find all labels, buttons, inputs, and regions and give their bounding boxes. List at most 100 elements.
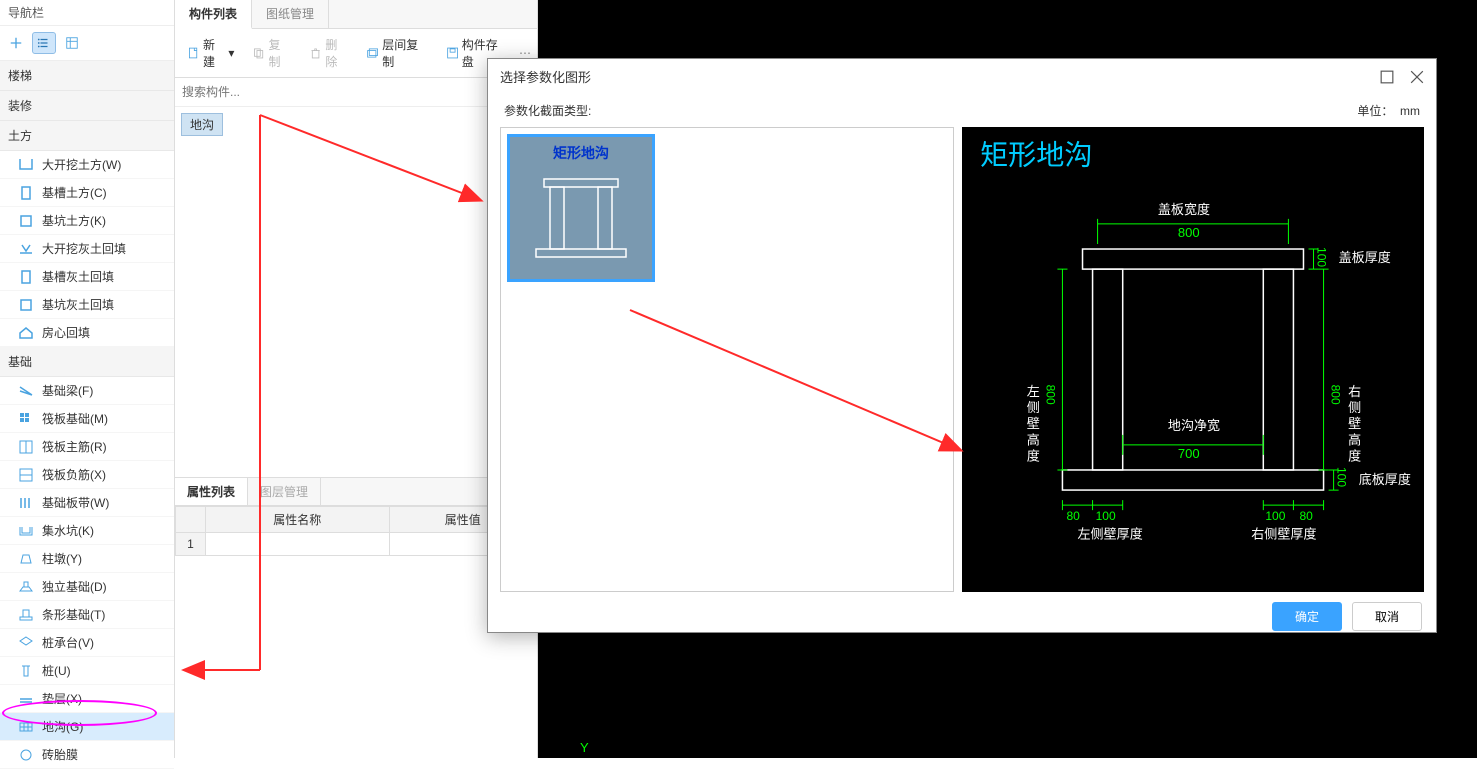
property-name-cell[interactable] [206, 533, 390, 556]
sidebar-item[interactable]: 独立基础(D) [0, 573, 174, 601]
cancel-button[interactable]: 取消 [1352, 602, 1422, 631]
brick-mold-icon [18, 747, 34, 763]
ok-button[interactable]: 确定 [1272, 602, 1342, 631]
bedding-icon [18, 691, 34, 707]
nav-view-buttons [0, 26, 174, 61]
sidebar-item[interactable]: 基础板带(W) [0, 489, 174, 517]
svg-text:800: 800 [1043, 385, 1057, 405]
sidebar-title: 导航栏 [0, 0, 174, 26]
close-button[interactable] [1410, 70, 1424, 84]
trench-icon [18, 185, 34, 201]
table-row[interactable]: 1 [176, 533, 537, 556]
component-toolbar: 新建▾ 复制 删除 层间复制 构件存盘 ⋯ [175, 29, 537, 78]
sidebar-item[interactable]: 基坑灰土回填 [0, 291, 174, 319]
new-button[interactable]: 新建▾ [181, 33, 240, 73]
svg-text:100: 100 [1096, 509, 1116, 523]
backfill-icon [18, 241, 34, 257]
tab-drawing-mgmt[interactable]: 图纸管理 [252, 0, 329, 28]
sidebar-item[interactable]: 筏板主筋(R) [0, 433, 174, 461]
chevron-down-icon: ▾ [228, 46, 234, 60]
sidebar-item[interactable]: 筏板负筋(X) [0, 461, 174, 489]
beam-icon [18, 383, 34, 399]
svg-text:700: 700 [1178, 446, 1200, 461]
row-number: 1 [176, 533, 206, 556]
dialog-title: 选择参数化图形 [500, 67, 591, 86]
search-input[interactable] [179, 82, 533, 102]
sidebar-item-label: 桩承台(V) [42, 634, 94, 651]
sidebar-item-label: 桩(U) [42, 662, 71, 679]
delete-icon [309, 46, 322, 60]
sidebar-item[interactable]: 条形基础(T) [0, 601, 174, 629]
add-icon-button[interactable] [4, 32, 28, 54]
svg-text:右侧壁高度: 右侧壁高度 [1346, 385, 1361, 465]
dialog-footer: 确定 取消 [488, 592, 1436, 641]
svg-text:80: 80 [1299, 509, 1313, 523]
sidebar-item[interactable]: 桩(U) [0, 657, 174, 685]
dialog-body: 矩形地沟 矩形地沟 盖板宽度 [488, 127, 1436, 592]
sidebar-item-trench[interactable]: 地沟(G) [0, 713, 174, 741]
property-table: 属性名称 属性值 1 [175, 506, 537, 556]
category-header-foundation[interactable]: 基础 [0, 347, 174, 377]
rebar-main-icon [18, 439, 34, 455]
svg-text:盖板厚度: 盖板厚度 [1339, 250, 1391, 265]
sidebar-item[interactable]: 柱墩(Y) [0, 545, 174, 573]
sidebar-item[interactable]: 基坑土方(K) [0, 207, 174, 235]
sidebar-item-label: 大开挖灰土回填 [42, 240, 126, 257]
category-header-decoration[interactable]: 装修 [0, 91, 174, 121]
trench-backfill-icon [18, 269, 34, 285]
layout-view-button[interactable] [60, 32, 84, 54]
sidebar-item-label: 基坑土方(K) [42, 212, 106, 229]
tab-layer-mgmt[interactable]: 图层管理 [248, 478, 321, 505]
sidebar-item-label: 基础板带(W) [42, 494, 109, 511]
sidebar-item-label: 条形基础(T) [42, 606, 105, 623]
list-view-button[interactable] [32, 32, 56, 54]
rect-trench-icon [526, 169, 636, 269]
delete-button[interactable]: 删除 [303, 33, 354, 73]
parametric-shape-dialog: 选择参数化图形 参数化截面类型: 单位： mm 矩形地沟 矩形地沟 [487, 58, 1437, 633]
sidebar-item[interactable]: 基槽灰土回填 [0, 263, 174, 291]
sidebar-item[interactable]: 筏板基础(M) [0, 405, 174, 433]
sidebar-item-label: 基槽土方(C) [42, 184, 107, 201]
svg-text:右侧壁厚度: 右侧壁厚度 [1251, 526, 1316, 541]
shape-card-rect-trench[interactable]: 矩形地沟 [507, 134, 655, 282]
pit-backfill-icon [18, 297, 34, 313]
property-table-header-name: 属性名称 [206, 507, 390, 533]
tab-component-list[interactable]: 构件列表 [175, 0, 252, 29]
svg-text:100: 100 [1315, 247, 1329, 267]
copy-button[interactable]: 复制 [246, 33, 297, 73]
pier-icon [18, 551, 34, 567]
navigation-sidebar: 导航栏 楼梯 装修 土方 大开挖土方(W) 基槽土方(C) 基坑土方(K) 大开… [0, 0, 175, 758]
sidebar-item[interactable]: 基础梁(F) [0, 377, 174, 405]
trench-icon [18, 719, 34, 735]
sidebar-item[interactable]: 桩承台(V) [0, 629, 174, 657]
pile-icon [18, 663, 34, 679]
component-tag-trench[interactable]: 地沟 [181, 113, 223, 136]
sidebar-item[interactable]: 集水坑(K) [0, 517, 174, 545]
sidebar-item-label: 筏板基础(M) [42, 410, 108, 427]
svg-text:100: 100 [1265, 509, 1285, 523]
isolated-foot-icon [18, 579, 34, 595]
room-backfill-icon [18, 325, 34, 341]
sidebar-item[interactable]: 大开挖灰土回填 [0, 235, 174, 263]
copy-icon [252, 46, 265, 60]
sidebar-item[interactable]: 房心回填 [0, 319, 174, 347]
tab-property-list[interactable]: 属性列表 [175, 478, 248, 505]
category-header-stairs[interactable]: 楼梯 [0, 61, 174, 91]
sidebar-item-label: 筏板主筋(R) [42, 438, 107, 455]
sidebar-item[interactable]: 砖胎膜 [0, 741, 174, 769]
shape-card-title: 矩形地沟 [553, 143, 609, 163]
dialog-titlebar[interactable]: 选择参数化图形 [488, 59, 1436, 94]
svg-text:800: 800 [1178, 225, 1200, 240]
sidebar-item-label: 柱墩(Y) [42, 550, 82, 567]
layer-copy-button[interactable]: 层间复制 [360, 33, 434, 73]
component-list-area: 地沟 [175, 107, 537, 477]
sidebar-item[interactable]: 基槽土方(C) [0, 179, 174, 207]
shape-preview-svg: 矩形地沟 盖板宽度 800 100 盖板厚度 800 [962, 127, 1424, 592]
unit-label: 单位： [1357, 104, 1393, 118]
maximize-button[interactable] [1380, 70, 1394, 84]
category-header-earthwork[interactable]: 土方 [0, 121, 174, 151]
pile-cap-icon [18, 635, 34, 651]
svg-text:100: 100 [1335, 467, 1349, 487]
sidebar-item[interactable]: 垫层(X) [0, 685, 174, 713]
sidebar-item[interactable]: 大开挖土方(W) [0, 151, 174, 179]
